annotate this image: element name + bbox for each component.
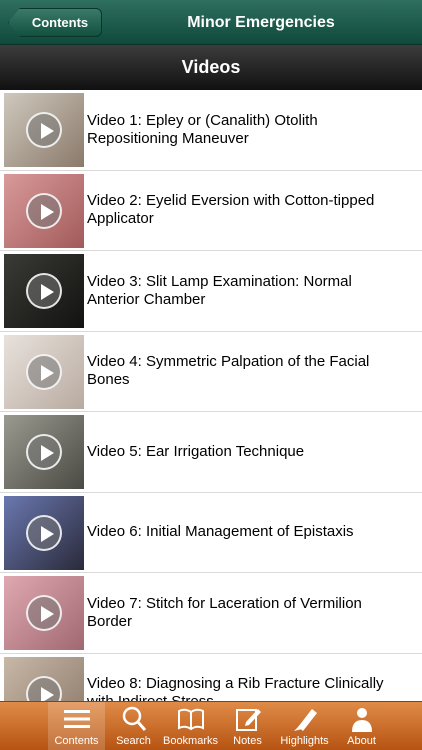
video-thumbnail bbox=[4, 173, 84, 248]
video-thumbnail bbox=[4, 495, 84, 570]
video-title: Video 6: Initial Management of Epistaxis bbox=[87, 523, 354, 541]
video-title: Video 2: Eyelid Eversion with Cotton-tip… bbox=[87, 192, 375, 228]
contents-back-button[interactable]: Contents bbox=[8, 8, 102, 37]
notepad-icon bbox=[233, 705, 263, 733]
video-title: Video 7: Stitch for Laceration of Vermil… bbox=[87, 594, 362, 630]
video-list[interactable]: Video 1: Epley or (Canalith) Otolith Rep… bbox=[0, 90, 422, 701]
tab-highlights[interactable]: Highlights bbox=[276, 702, 333, 750]
video-row[interactable]: Video 3: Slit Lamp Examination: Normal A… bbox=[0, 251, 422, 332]
tab-label: Bookmarks bbox=[162, 735, 219, 747]
play-icon bbox=[26, 595, 62, 631]
tab-search[interactable]: Search bbox=[105, 702, 162, 750]
book-icon bbox=[176, 705, 206, 733]
video-thumbnail bbox=[4, 415, 84, 489]
video-title: Video 5: Ear Irrigation Technique bbox=[87, 442, 305, 460]
video-thumbnail bbox=[4, 93, 84, 167]
tab-label: Highlights bbox=[280, 735, 329, 747]
tab-about[interactable]: About bbox=[333, 702, 390, 750]
video-title: Video 1: Epley or (Canalith) Otolith Rep… bbox=[87, 111, 318, 147]
tab-label: About bbox=[347, 735, 376, 747]
play-icon bbox=[26, 675, 62, 701]
play-icon bbox=[26, 434, 62, 470]
person-icon bbox=[347, 705, 377, 733]
play-icon bbox=[26, 514, 62, 551]
video-title: Video 4: Symmetric Palpation of the Faci… bbox=[87, 353, 370, 389]
video-row[interactable]: Video 8: Diagnosing a Rib Fracture Clini… bbox=[0, 654, 422, 701]
section-header: Videos bbox=[0, 45, 422, 90]
tab-contents[interactable]: Contents bbox=[48, 702, 105, 750]
video-thumbnail bbox=[4, 334, 84, 409]
search-icon bbox=[119, 705, 149, 733]
video-thumbnail bbox=[4, 576, 84, 650]
play-icon bbox=[26, 192, 62, 229]
play-icon bbox=[26, 353, 62, 390]
tab-label: Contents bbox=[54, 735, 99, 747]
video-thumbnail bbox=[4, 656, 84, 701]
navigation-bar: Contents Minor Emergencies bbox=[0, 0, 422, 45]
video-row[interactable]: Video 4: Symmetric Palpation of the Faci… bbox=[0, 332, 422, 412]
play-icon bbox=[26, 273, 62, 309]
video-title: Video 3: Slit Lamp Examination: Normal A… bbox=[87, 272, 352, 308]
tab-label: Search bbox=[116, 735, 151, 747]
tab-bar: Contents Search Bookmarks Notes Highlights Ab… bbox=[0, 701, 422, 750]
video-row[interactable]: Video 7: Stitch for Laceration of Vermil… bbox=[0, 573, 422, 654]
video-title: Video 8: Diagnosing a Rib Fracture Clini… bbox=[87, 675, 384, 701]
video-thumbnail bbox=[4, 254, 84, 328]
video-row[interactable]: Video 5: Ear Irrigation Technique bbox=[0, 412, 422, 493]
play-icon bbox=[26, 112, 62, 148]
video-row[interactable]: Video 2: Eyelid Eversion with Cotton-tip… bbox=[0, 171, 422, 251]
page-title: Minor Emergencies bbox=[187, 13, 335, 31]
list-icon bbox=[62, 705, 92, 733]
tab-bookmarks[interactable]: Bookmarks bbox=[162, 702, 219, 750]
video-row[interactable]: Video 1: Epley or (Canalith) Otolith Rep… bbox=[0, 90, 422, 171]
tab-label: Notes bbox=[233, 735, 262, 747]
tab-notes[interactable]: Notes bbox=[219, 702, 276, 750]
video-row[interactable]: Video 6: Initial Management of Epistaxis bbox=[0, 493, 422, 573]
highlighter-icon bbox=[290, 705, 320, 733]
